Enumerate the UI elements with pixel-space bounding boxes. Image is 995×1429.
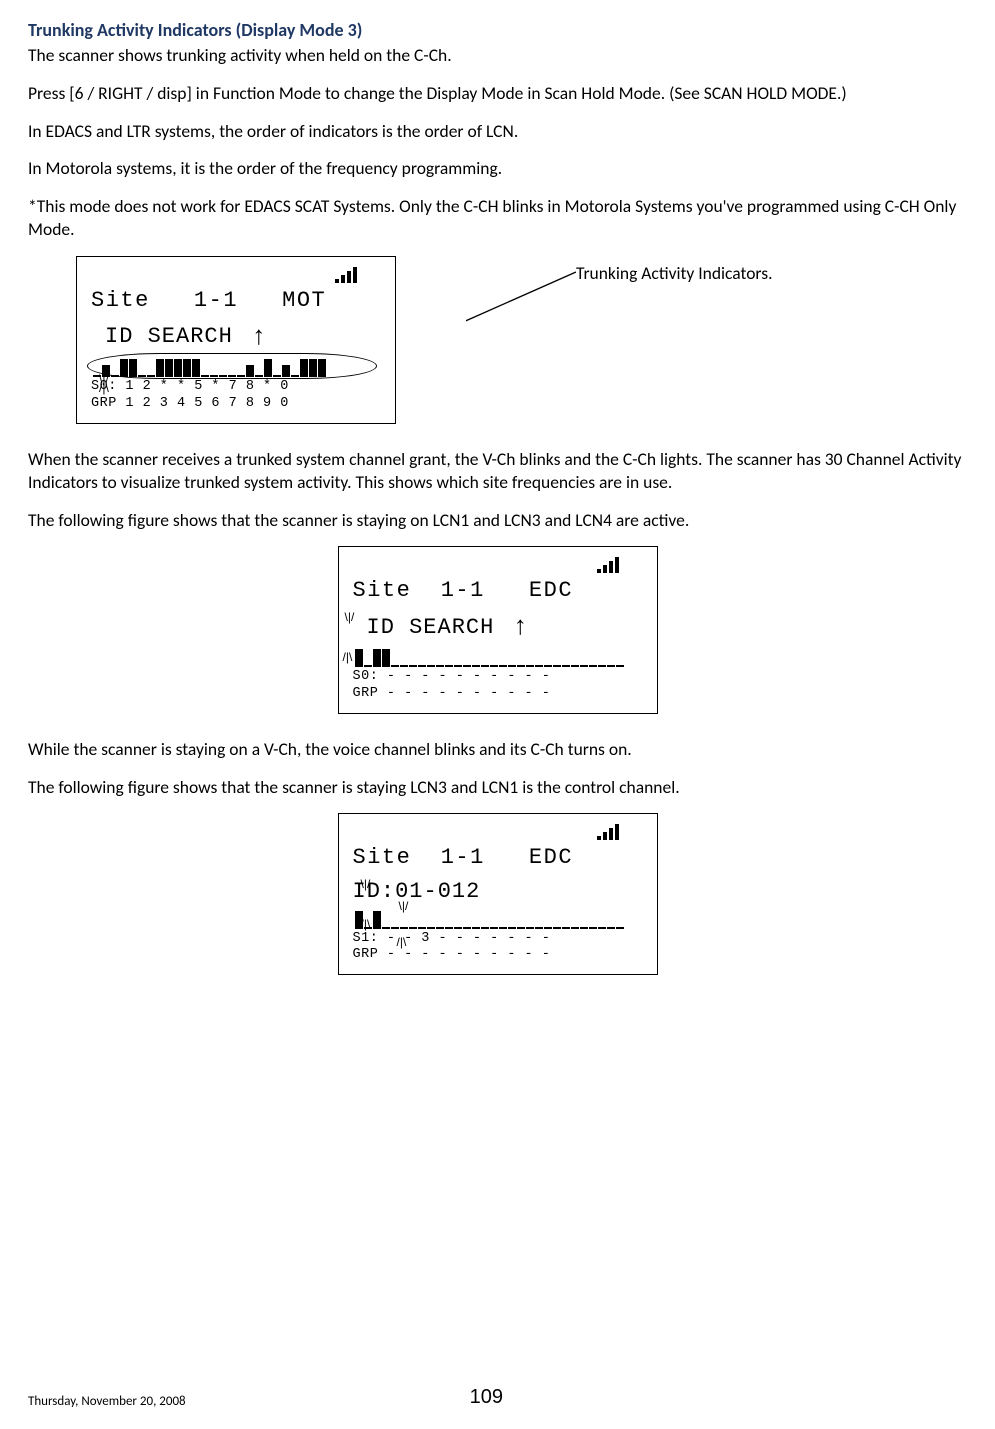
lcd-display-1: Site 1-1 MOT ID SEARCH ↑ \|/ /|\ S0: 1 2… bbox=[76, 256, 396, 424]
lcd-mode-line: ID SEARCH ↑ bbox=[353, 610, 643, 645]
section-heading: Trunking Activity Indicators (Display Mo… bbox=[28, 18, 967, 42]
lcd-id-text: ID:01-012 bbox=[353, 877, 481, 907]
callout-group: Trunking Activity Indicators. bbox=[466, 256, 773, 354]
activity-indicator-row bbox=[93, 357, 381, 377]
lcd-mode-text: ID SEARCH bbox=[91, 322, 233, 352]
blink-marker-icon: /|\ bbox=[343, 653, 353, 662]
lcd-group-line: GRP - - - - - - - - - - bbox=[353, 947, 643, 964]
lcd-site-line: Site 1-1 EDC bbox=[353, 576, 643, 606]
lcd-group-line: GRP - - - - - - - - - - bbox=[353, 686, 643, 703]
lcd-group-line: GRP 1 2 3 4 5 6 7 8 9 0 bbox=[91, 396, 381, 413]
paragraph: The following figure shows that the scan… bbox=[28, 509, 967, 533]
lcd-mode-line: ID SEARCH ↑ bbox=[91, 320, 381, 355]
lcd-system-line: S0: - - - - - - - - - - bbox=[353, 669, 643, 686]
lcd-system-line: S1: - - 3 - - - - - - - bbox=[353, 931, 643, 948]
footer-date: Thursday, November 20, 2008 bbox=[28, 1393, 186, 1411]
paragraph: In EDACS and LTR systems, the order of i… bbox=[28, 120, 967, 144]
lcd-figure-1-wrap: Site 1-1 MOT ID SEARCH ↑ \|/ /|\ S0: 1 2… bbox=[76, 256, 967, 424]
paragraph: The following figure shows that the scan… bbox=[28, 776, 967, 800]
paragraph: When the scanner receives a trunked syst… bbox=[28, 448, 967, 495]
paragraph: The scanner shows trunking activity when… bbox=[28, 44, 967, 68]
lcd-system-line: S0: 1 2 * * 5 * 7 8 * 0 bbox=[91, 379, 381, 396]
paragraph: Press [6 / RIGHT / disp] in Function Mod… bbox=[28, 82, 967, 106]
up-arrow-icon: ↑ bbox=[512, 610, 529, 645]
up-arrow-icon: ↑ bbox=[251, 320, 268, 355]
lcd-figure-2-wrap: Site 1-1 EDC ID SEARCH ↑ \|/ /|\ S0: - -… bbox=[28, 546, 967, 714]
paragraph: While the scanner is staying on a V-Ch, … bbox=[28, 738, 967, 762]
callout-label: Trunking Activity Indicators. bbox=[576, 262, 773, 286]
signal-bars-icon bbox=[353, 824, 643, 842]
signal-bars-icon bbox=[353, 557, 643, 575]
paragraph: *This mode does not work for EDACS SCAT … bbox=[28, 195, 967, 242]
page-footer: Thursday, November 20, 2008 109 bbox=[28, 1384, 967, 1411]
activity-indicator-row bbox=[355, 909, 643, 929]
lcd-figure-3-wrap: Site 1-1 EDC ID:01-012 \|/ \|/ /|\ S1: -… bbox=[28, 813, 967, 975]
page-number: 109 bbox=[470, 1384, 503, 1411]
paragraph: In Motorola systems, it is the order of … bbox=[28, 157, 967, 181]
signal-bars-icon bbox=[91, 267, 381, 285]
lcd-mode-line: ID:01-012 bbox=[353, 877, 643, 907]
lcd-site-line: Site 1-1 MOT bbox=[91, 286, 381, 316]
lcd-site-line: Site 1-1 EDC bbox=[353, 843, 643, 873]
callout-arrow-icon bbox=[466, 264, 576, 354]
lcd-mode-text: ID SEARCH bbox=[353, 613, 495, 643]
activity-indicator-row bbox=[355, 647, 643, 667]
lcd-display-3: Site 1-1 EDC ID:01-012 \|/ \|/ /|\ S1: -… bbox=[338, 813, 658, 975]
lcd-display-2: Site 1-1 EDC ID SEARCH ↑ \|/ /|\ S0: - -… bbox=[338, 546, 658, 714]
